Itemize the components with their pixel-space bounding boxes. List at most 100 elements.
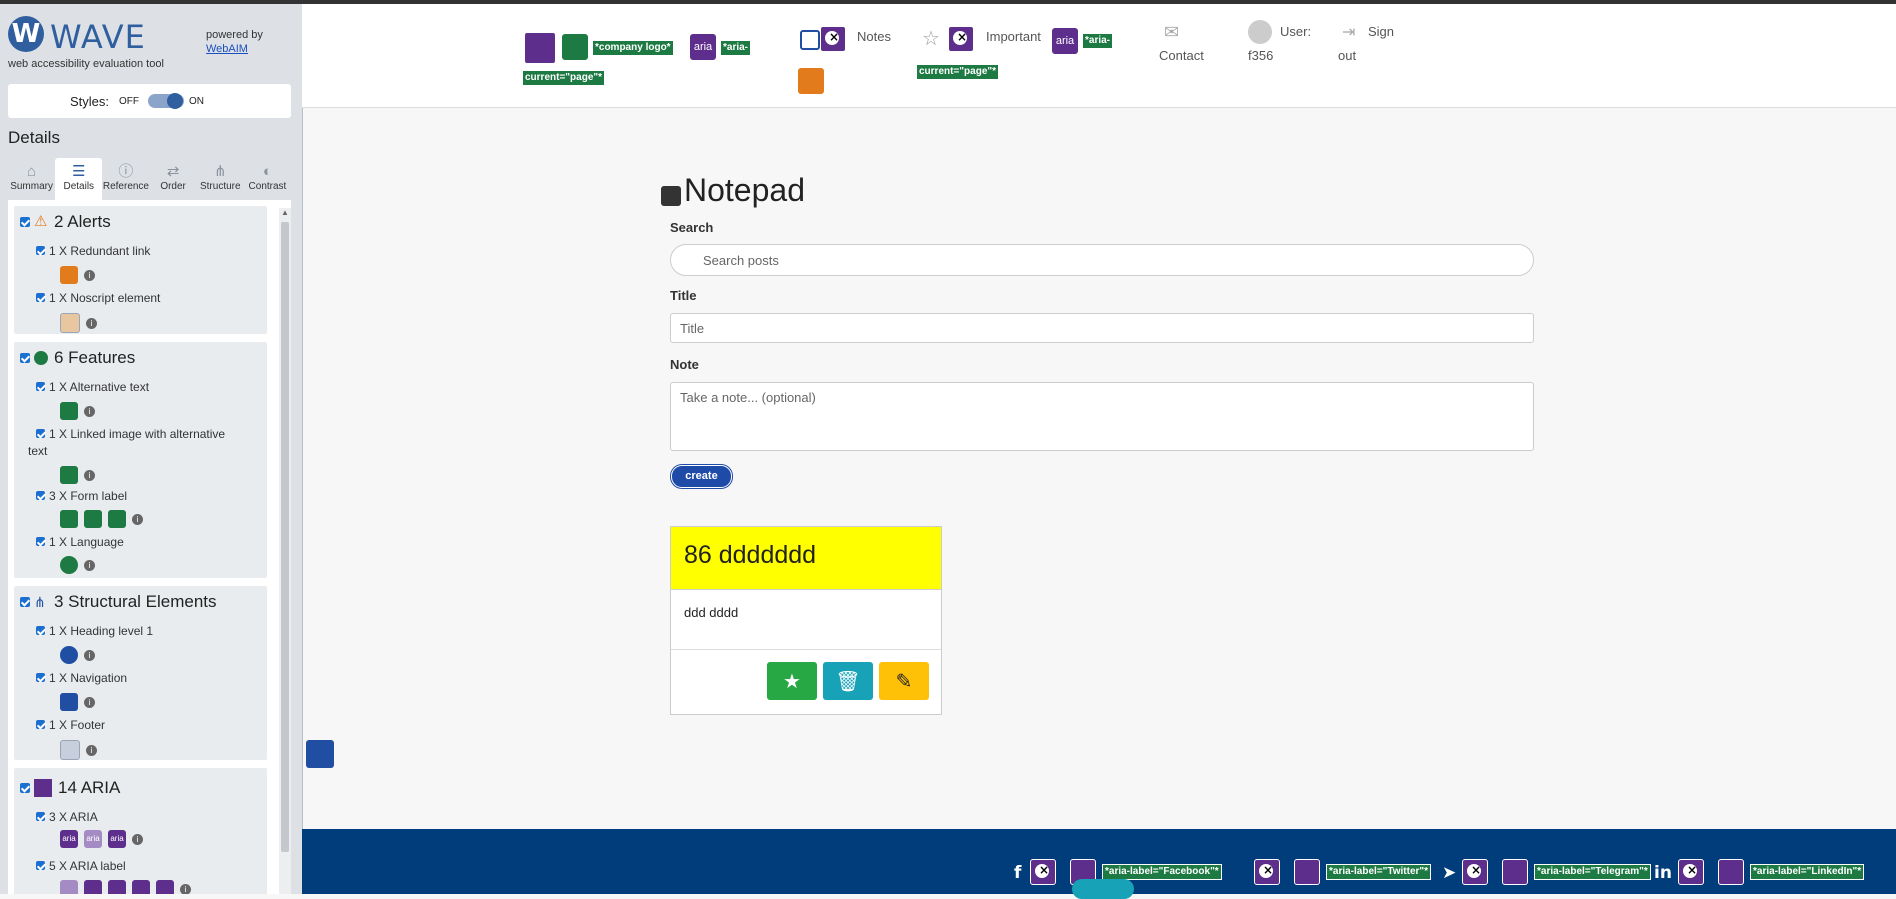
alt-text-icon[interactable] bbox=[60, 402, 78, 420]
aria-checkbox[interactable] bbox=[20, 783, 30, 793]
info-icon[interactable]: i bbox=[84, 269, 95, 281]
noscript-icon[interactable] bbox=[60, 313, 80, 333]
alert-item: 1 X Noscript element bbox=[36, 291, 160, 305]
sign-out-link-continued[interactable]: out bbox=[1338, 48, 1356, 63]
telegram-icon[interactable]: ➤ bbox=[1442, 863, 1456, 883]
tab-label: Contrast bbox=[248, 181, 287, 192]
structure-item-label: 1 X Footer bbox=[49, 718, 106, 732]
aria-label-icon[interactable] bbox=[132, 880, 150, 894]
item-checkbox[interactable] bbox=[36, 246, 45, 255]
aria-current-tag-continued: current="page"* bbox=[916, 64, 1000, 80]
aria-header: 14 ARIA bbox=[20, 778, 120, 798]
create-button[interactable]: create bbox=[671, 465, 732, 488]
language-globe-icon[interactable] bbox=[60, 556, 78, 574]
aria-label-icon[interactable] bbox=[108, 880, 126, 894]
empty-link-error-icon: × bbox=[1254, 859, 1280, 885]
code-toggle-icon[interactable] bbox=[1072, 879, 1134, 899]
tab-reference[interactable]: ⓘ Reference bbox=[102, 158, 149, 200]
item-checkbox[interactable] bbox=[36, 673, 45, 682]
aria-icon[interactable]: aria bbox=[108, 830, 126, 848]
empty-link-error-icon: × bbox=[1030, 859, 1056, 885]
tab-summary[interactable]: ⌂ Summary bbox=[8, 158, 55, 200]
nav-important-link[interactable]: Important bbox=[986, 29, 1041, 44]
details-scrollbar[interactable]: ▲ bbox=[279, 208, 291, 894]
site-header: *company logo* aria *aria- current="page… bbox=[302, 4, 1896, 108]
note-textarea[interactable]: Take a note... (optional) bbox=[670, 382, 1534, 451]
info-icon: ⓘ bbox=[118, 163, 134, 180]
scroll-up-icon[interactable]: ▲ bbox=[281, 208, 289, 217]
item-checkbox[interactable] bbox=[36, 537, 45, 546]
feature-check-icon bbox=[34, 351, 48, 365]
aria-icon[interactable]: aria bbox=[84, 830, 102, 848]
info-icon[interactable]: i bbox=[132, 833, 143, 845]
star-button[interactable]: ★ bbox=[767, 662, 817, 700]
features-checkbox[interactable] bbox=[20, 353, 30, 363]
item-checkbox[interactable] bbox=[36, 812, 45, 821]
footer-icon[interactable] bbox=[60, 740, 80, 760]
navigation-icon[interactable] bbox=[60, 693, 78, 711]
edit-button[interactable]: ✎ bbox=[879, 662, 929, 700]
notebook-logo-icon[interactable] bbox=[524, 32, 556, 64]
sign-out-link[interactable]: Sign bbox=[1368, 24, 1394, 39]
redundant-link-icon[interactable] bbox=[60, 266, 78, 284]
item-checkbox[interactable] bbox=[36, 429, 45, 438]
info-icon[interactable]: i bbox=[84, 405, 95, 417]
tab-details[interactable]: ☰ Details bbox=[55, 158, 103, 200]
sign-out-icon[interactable]: ⇥ bbox=[1342, 22, 1355, 42]
linkedin-icon[interactable]: in bbox=[1654, 863, 1672, 883]
item-checkbox[interactable] bbox=[36, 293, 45, 302]
scroll-thumb[interactable] bbox=[281, 222, 289, 852]
item-checkbox[interactable] bbox=[36, 382, 45, 391]
aria-label-icon[interactable] bbox=[60, 880, 78, 894]
info-icon[interactable]: i bbox=[84, 696, 95, 708]
info-icon[interactable]: i bbox=[84, 649, 95, 661]
page-title: Notepad bbox=[684, 172, 805, 208]
form-label-icon[interactable] bbox=[60, 510, 78, 528]
item-checkbox[interactable] bbox=[36, 720, 45, 729]
aria-label-icon bbox=[1502, 859, 1528, 885]
alert-item-icons: i bbox=[60, 313, 97, 333]
info-icon[interactable]: i bbox=[180, 883, 191, 894]
toggle-knob bbox=[167, 93, 183, 109]
structure-checkbox[interactable] bbox=[20, 597, 30, 607]
alert-item: 1 X Redundant link bbox=[36, 244, 150, 258]
facebook-icon[interactable]: f bbox=[1014, 863, 1021, 883]
linked-image-icon[interactable] bbox=[60, 466, 78, 484]
info-icon[interactable]: i bbox=[86, 317, 97, 329]
info-icon[interactable]: i bbox=[86, 744, 97, 756]
tab-order[interactable]: ⇄ Order bbox=[150, 158, 197, 200]
info-icon[interactable]: i bbox=[84, 559, 95, 571]
webaim-link[interactable]: WebAIM bbox=[206, 42, 263, 56]
search-input[interactable]: Search posts bbox=[670, 244, 1534, 276]
tab-structure[interactable]: ⋔ Structure bbox=[197, 158, 244, 200]
aria-label-icon[interactable] bbox=[84, 880, 102, 894]
tab-label: Structure bbox=[199, 181, 241, 192]
item-checkbox[interactable] bbox=[36, 861, 45, 870]
delete-button[interactable]: 🗑 bbox=[823, 662, 873, 700]
tab-contrast[interactable]: ◐ Contrast bbox=[244, 158, 291, 200]
features-title: 6 Features bbox=[54, 348, 136, 367]
aria-icon[interactable]: aria bbox=[60, 830, 78, 848]
info-icon[interactable]: i bbox=[84, 469, 95, 481]
alerts-checkbox[interactable] bbox=[20, 217, 30, 227]
tab-label: Summary bbox=[10, 181, 53, 192]
nav-contact-link[interactable]: Contact bbox=[1159, 48, 1204, 63]
aria-item: 3 X ARIA bbox=[36, 810, 98, 824]
nav-notes-link[interactable]: Notes bbox=[857, 29, 891, 44]
note-card-title: 86 ddddddd bbox=[684, 541, 817, 569]
structure-item-label: 1 X Heading level 1 bbox=[49, 624, 154, 638]
item-checkbox[interactable] bbox=[36, 626, 45, 635]
item-checkbox[interactable] bbox=[36, 491, 45, 500]
user-name: f356 bbox=[1248, 48, 1274, 63]
star-icon[interactable]: ☆ bbox=[922, 26, 940, 51]
form-label-icon[interactable] bbox=[84, 510, 102, 528]
note-icon[interactable] bbox=[800, 30, 820, 50]
form-label-icon[interactable] bbox=[108, 510, 126, 528]
structure-item-label: 1 X Navigation bbox=[49, 671, 128, 685]
heading-h1-icon[interactable] bbox=[60, 646, 78, 664]
styles-toggle[interactable] bbox=[148, 93, 184, 109]
aria-label-icon[interactable] bbox=[156, 880, 174, 894]
info-icon[interactable]: i bbox=[132, 513, 143, 525]
title-input[interactable]: Title bbox=[670, 313, 1534, 343]
structure-tree-icon: ⋔ bbox=[34, 594, 46, 610]
